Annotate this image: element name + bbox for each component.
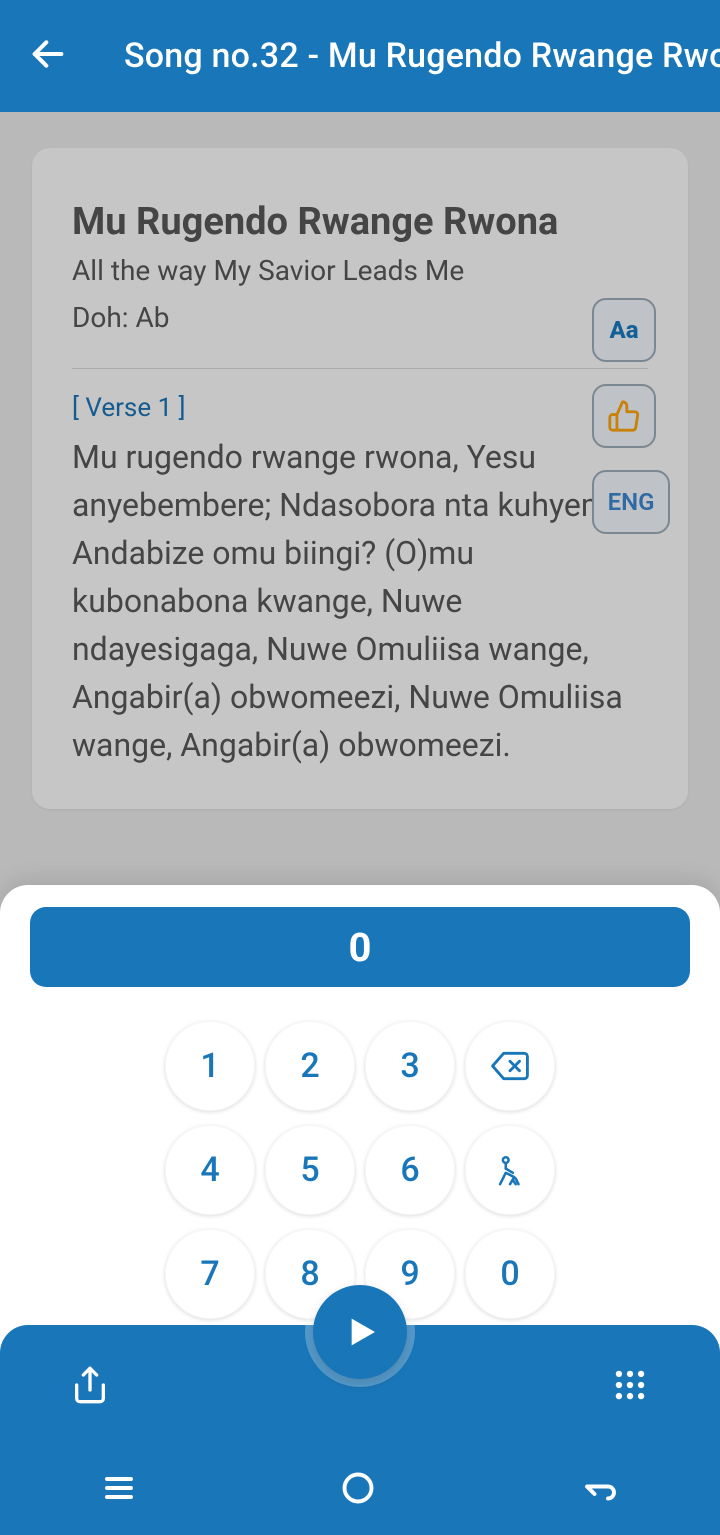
dialpad-button[interactable] bbox=[600, 1366, 660, 1404]
key-label: 7 bbox=[200, 1254, 219, 1294]
key-label: 8 bbox=[300, 1254, 319, 1294]
menu-icon bbox=[101, 1470, 137, 1506]
language-toggle-label: ENG bbox=[608, 488, 655, 516]
dialpad-icon bbox=[611, 1366, 649, 1404]
nav-recent-button[interactable] bbox=[101, 1470, 137, 1510]
lyrics-card: Mu Rugendo Rwange Rwona All the way My S… bbox=[32, 148, 688, 809]
song-key: Doh: Ab bbox=[72, 301, 648, 334]
system-nav-bar bbox=[0, 1445, 720, 1535]
key-5[interactable]: 5 bbox=[265, 1125, 355, 1215]
key-1[interactable]: 1 bbox=[165, 1021, 255, 1111]
key-3[interactable]: 3 bbox=[365, 1021, 455, 1111]
arrow-left-icon bbox=[28, 34, 68, 74]
key-label: 4 bbox=[200, 1150, 219, 1190]
divider bbox=[72, 368, 648, 369]
keypad-display-value: 0 bbox=[349, 924, 372, 971]
font-size-button[interactable]: Aa bbox=[592, 298, 656, 362]
verse-text: Mu rugendo rwange rwona, Yesu anyebember… bbox=[72, 433, 648, 769]
share-icon bbox=[70, 1365, 110, 1405]
key-2[interactable]: 2 bbox=[265, 1021, 355, 1111]
app-toolbar: Song no.32 - Mu Rugendo Rwange Rwo bbox=[0, 0, 720, 112]
song-title: Mu Rugendo Rwange Rwona bbox=[72, 200, 648, 244]
key-label: 5 bbox=[300, 1150, 319, 1190]
key-label: 1 bbox=[200, 1046, 219, 1086]
backspace-icon bbox=[491, 1047, 529, 1085]
key-backspace[interactable] bbox=[465, 1021, 555, 1111]
play-icon bbox=[340, 1312, 380, 1352]
song-subtitle: All the way My Savior Leads Me bbox=[72, 254, 648, 287]
key-4[interactable]: 4 bbox=[165, 1125, 255, 1215]
back-button[interactable] bbox=[28, 34, 68, 78]
key-0[interactable]: 0 bbox=[465, 1229, 555, 1319]
sweep-icon bbox=[493, 1153, 527, 1187]
nav-back-button[interactable] bbox=[579, 1470, 619, 1510]
key-label: 2 bbox=[300, 1046, 319, 1086]
nav-home-button[interactable] bbox=[340, 1470, 376, 1510]
toolbar-title: Song no.32 - Mu Rugendo Rwange Rwo bbox=[124, 36, 720, 76]
share-button[interactable] bbox=[60, 1365, 120, 1405]
key-label: 3 bbox=[400, 1046, 419, 1086]
play-fab[interactable] bbox=[313, 1285, 407, 1379]
language-toggle-button[interactable]: ENG bbox=[592, 470, 670, 534]
verse-label: [ Verse 1 ] bbox=[72, 393, 648, 423]
bottom-app-bar bbox=[0, 1325, 720, 1445]
key-label: 6 bbox=[400, 1150, 419, 1190]
key-6[interactable]: 6 bbox=[365, 1125, 455, 1215]
key-label: 9 bbox=[400, 1254, 419, 1294]
key-label: 0 bbox=[500, 1254, 519, 1294]
circle-icon bbox=[340, 1470, 376, 1506]
key-7[interactable]: 7 bbox=[165, 1229, 255, 1319]
font-size-label: Aa bbox=[609, 316, 638, 344]
keypad-grid: 1 2 3 4 5 6 7 8 9 0 bbox=[30, 1021, 690, 1319]
key-clear[interactable] bbox=[465, 1125, 555, 1215]
keypad-display: 0 bbox=[30, 907, 690, 987]
back-icon bbox=[579, 1470, 619, 1506]
like-button[interactable] bbox=[592, 384, 656, 448]
thumbs-up-icon bbox=[607, 399, 641, 433]
action-chip-column: Aa ENG bbox=[592, 298, 670, 534]
